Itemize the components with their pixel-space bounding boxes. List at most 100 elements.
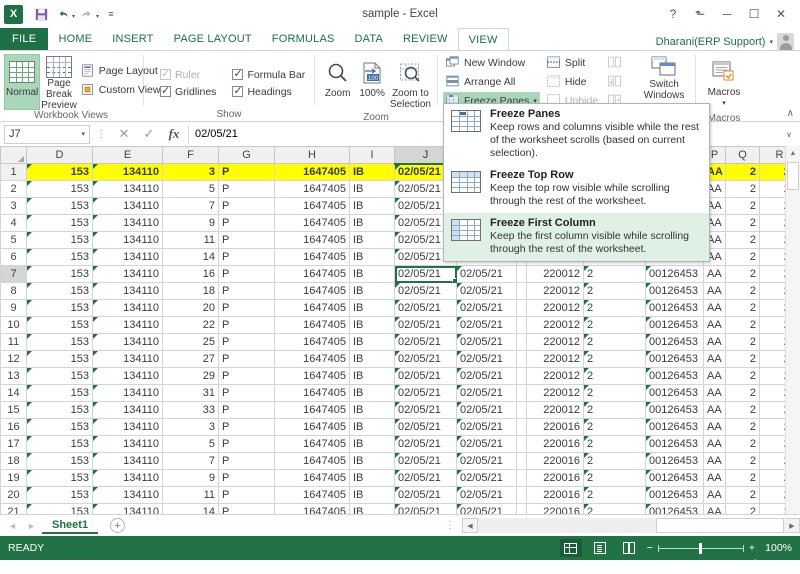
cell-G17[interactable]: P bbox=[218, 435, 275, 453]
cell-I13[interactable]: IB bbox=[349, 367, 395, 385]
freeze-first-column-menu-item[interactable]: Freeze First Column Keep the first column… bbox=[444, 213, 709, 261]
new-window-button[interactable]: New Window bbox=[443, 54, 540, 71]
view-side-by-side-button[interactable] bbox=[605, 54, 625, 71]
cell-M16[interactable]: 220016 bbox=[526, 418, 584, 436]
cell-I6[interactable]: IB bbox=[349, 248, 395, 266]
cell-H4[interactable]: 1647405 bbox=[274, 214, 350, 232]
table-row[interactable]: 17 153 134110 5 P 1647405 IB 02/05/21 02/05/21 22… bbox=[0, 435, 800, 453]
cell-P18[interactable]: AA bbox=[703, 452, 726, 470]
cell-N18[interactable]: 2 bbox=[583, 452, 646, 470]
cell-G16[interactable]: P bbox=[218, 418, 275, 436]
cell-Q20[interactable]: 2 bbox=[725, 486, 760, 504]
cell-G9[interactable]: P bbox=[218, 299, 275, 317]
cell-O20[interactable]: 00126453 bbox=[645, 486, 704, 504]
cell-M21[interactable]: 220016 bbox=[526, 503, 584, 514]
cell-G1[interactable]: P bbox=[218, 163, 275, 181]
cell-O13[interactable]: 00126453 bbox=[645, 367, 704, 385]
cell-Q9[interactable]: 2 bbox=[725, 299, 760, 317]
cell-O7[interactable]: 00126453 bbox=[645, 265, 704, 283]
cell-F4[interactable]: 9 bbox=[162, 214, 219, 232]
cell-P9[interactable]: AA bbox=[703, 299, 726, 317]
cell-P12[interactable]: AA bbox=[703, 350, 726, 368]
cell-Q10[interactable]: 2 bbox=[725, 316, 760, 334]
cell-K12[interactable]: 02/05/21 bbox=[456, 350, 517, 368]
add-sheet-button[interactable]: + bbox=[110, 518, 126, 533]
cell-E1[interactable]: 134110 bbox=[92, 163, 163, 181]
cell-H14[interactable]: 1647405 bbox=[274, 384, 350, 402]
cell-H3[interactable]: 1647405 bbox=[274, 197, 350, 215]
cell-O14[interactable]: 00126453 bbox=[645, 384, 704, 402]
cell-E19[interactable]: 134110 bbox=[92, 469, 163, 487]
table-row[interactable]: 15 153 134110 33 P 1647405 IB 02/05/21 02/05/21 2… bbox=[0, 401, 800, 419]
tab-view[interactable]: VIEW bbox=[457, 28, 509, 50]
cell-F8[interactable]: 18 bbox=[162, 282, 219, 300]
cell-H15[interactable]: 1647405 bbox=[274, 401, 350, 419]
cell-J20[interactable]: 02/05/21 bbox=[394, 486, 457, 504]
cell-H2[interactable]: 1647405 bbox=[274, 180, 350, 198]
cell-H7[interactable]: 1647405 bbox=[274, 265, 350, 283]
table-row[interactable]: 21 153 134110 14 P 1647405 IB 02/05/21 02/05/21 2… bbox=[0, 503, 800, 514]
cell-K18[interactable]: 02/05/21 bbox=[456, 452, 517, 470]
cell-I16[interactable]: IB bbox=[349, 418, 395, 436]
help-button[interactable]: ? bbox=[660, 3, 686, 25]
synchronous-scrolling-button[interactable] bbox=[605, 73, 625, 90]
cell-N17[interactable]: 2 bbox=[583, 435, 646, 453]
cell-D7[interactable]: 153 bbox=[26, 265, 93, 283]
cell-M15[interactable]: 220012 bbox=[526, 401, 584, 419]
zoom-in-button[interactable]: + bbox=[749, 542, 755, 554]
cell-N13[interactable]: 2 bbox=[583, 367, 646, 385]
cell-J12[interactable]: 02/05/21 bbox=[394, 350, 457, 368]
cell-H12[interactable]: 1647405 bbox=[274, 350, 350, 368]
cell-G4[interactable]: P bbox=[218, 214, 275, 232]
name-box[interactable]: J7 ▾ bbox=[4, 124, 90, 144]
page-break-preview-button[interactable]: Page Break Preview bbox=[40, 54, 78, 111]
row-header-19[interactable]: 19 bbox=[0, 469, 27, 487]
cell-H10[interactable]: 1647405 bbox=[274, 316, 350, 334]
cell-O18[interactable]: 00126453 bbox=[645, 452, 704, 470]
cell-D2[interactable]: 153 bbox=[26, 180, 93, 198]
row-header-13[interactable]: 13 bbox=[0, 367, 27, 385]
cell-J18[interactable]: 02/05/21 bbox=[394, 452, 457, 470]
cell-F5[interactable]: 11 bbox=[162, 231, 219, 249]
cell-D8[interactable]: 153 bbox=[26, 282, 93, 300]
cell-F10[interactable]: 22 bbox=[162, 316, 219, 334]
cell-O9[interactable]: 00126453 bbox=[645, 299, 704, 317]
cell-M14[interactable]: 220012 bbox=[526, 384, 584, 402]
cell-E6[interactable]: 134110 bbox=[92, 248, 163, 266]
table-row[interactable]: 7 153 134110 16 P 1647405 IB 02/05/21 02/05/21 22… bbox=[0, 265, 800, 283]
cell-G19[interactable]: P bbox=[218, 469, 275, 487]
cell-I12[interactable]: IB bbox=[349, 350, 395, 368]
cell-F6[interactable]: 14 bbox=[162, 248, 219, 266]
table-row[interactable]: 13 153 134110 29 P 1647405 IB 02/05/21 02/05/21 2… bbox=[0, 367, 800, 385]
cell-F16[interactable]: 3 bbox=[162, 418, 219, 436]
cell-P8[interactable]: AA bbox=[703, 282, 726, 300]
cell-O15[interactable]: 00126453 bbox=[645, 401, 704, 419]
vertical-scrollbar[interactable]: ▲ bbox=[785, 146, 800, 514]
cell-J17[interactable]: 02/05/21 bbox=[394, 435, 457, 453]
cell-D9[interactable]: 153 bbox=[26, 299, 93, 317]
cancel-entry-button[interactable]: ✕ bbox=[113, 126, 135, 142]
normal-view-status-button[interactable] bbox=[559, 539, 582, 557]
cell-F21[interactable]: 14 bbox=[162, 503, 219, 514]
cell-O12[interactable]: 00126453 bbox=[645, 350, 704, 368]
cell-F3[interactable]: 7 bbox=[162, 197, 219, 215]
vertical-scroll-thumb[interactable] bbox=[787, 162, 799, 190]
cell-N8[interactable]: 2 bbox=[583, 282, 646, 300]
cell-I5[interactable]: IB bbox=[349, 231, 395, 249]
row-header-17[interactable]: 17 bbox=[0, 435, 27, 453]
freeze-top-row-menu-item[interactable]: Freeze Top Row Keep the top row visible w… bbox=[444, 165, 709, 213]
table-row[interactable]: 19 153 134110 9 P 1647405 IB 02/05/21 02/05/21 22… bbox=[0, 469, 800, 487]
scroll-up-arrow-icon[interactable]: ▲ bbox=[786, 146, 800, 161]
cell-Q14[interactable]: 2 bbox=[725, 384, 760, 402]
cell-G11[interactable]: P bbox=[218, 333, 275, 351]
cell-P19[interactable]: AA bbox=[703, 469, 726, 487]
cell-F11[interactable]: 25 bbox=[162, 333, 219, 351]
cell-Q2[interactable]: 2 bbox=[725, 180, 760, 198]
cell-P14[interactable]: AA bbox=[703, 384, 726, 402]
cell-Q15[interactable]: 2 bbox=[725, 401, 760, 419]
cell-Q13[interactable]: 2 bbox=[725, 367, 760, 385]
table-row[interactable]: 11 153 134110 25 P 1647405 IB 02/05/21 02/05/21 2… bbox=[0, 333, 800, 351]
cell-M8[interactable]: 220012 bbox=[526, 282, 584, 300]
cell-E12[interactable]: 134110 bbox=[92, 350, 163, 368]
zoom-button[interactable]: Zoom bbox=[320, 56, 355, 101]
